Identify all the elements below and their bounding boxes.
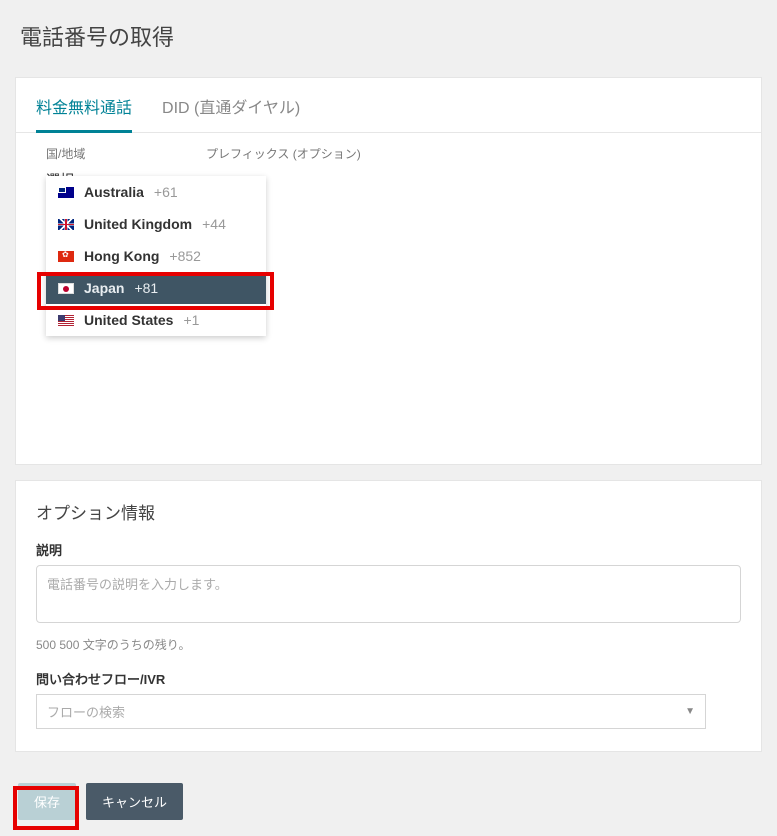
save-button[interactable]: 保存: [18, 783, 76, 820]
flag-icon-us: [58, 315, 74, 326]
country-code: +61: [154, 184, 178, 200]
description-field: 説明: [16, 534, 761, 632]
country-option-jp[interactable]: Japan +81: [46, 272, 266, 304]
country-dropdown: Australia +61 United Kingdom +44 Hong Kong +8…: [46, 176, 266, 336]
country-code: +81: [134, 280, 158, 296]
flow-label: 問い合わせフロー/IVR: [36, 669, 741, 688]
flow-field: 問い合わせフロー/IVR フローの検索 ▼: [16, 663, 761, 751]
flag-icon-jp: [58, 283, 74, 294]
country-name: United Kingdom: [84, 216, 192, 232]
main-panel: 料金無料通話 DID (直通ダイヤル) 国/地域 選択 プレフィックス (オプシ…: [15, 77, 762, 465]
cancel-button[interactable]: キャンセル: [86, 783, 183, 820]
description-label: 説明: [36, 540, 741, 559]
tab-did[interactable]: DID (直通ダイヤル): [162, 78, 300, 133]
flow-select-placeholder: フローの検索: [47, 702, 125, 721]
page-title: 電話番号の取得: [0, 0, 777, 62]
prefix-label: プレフィックス (オプション): [206, 145, 361, 162]
country-option-us[interactable]: United States +1: [46, 304, 266, 336]
country-option-uk[interactable]: United Kingdom +44: [46, 208, 266, 240]
chevron-down-icon: ▼: [685, 706, 695, 717]
flow-select[interactable]: フローの検索 ▼: [36, 694, 706, 729]
country-name: Japan: [84, 280, 124, 296]
tabs: 料金無料通話 DID (直通ダイヤル): [16, 78, 761, 133]
options-panel: オプション情報 説明 500 500 文字のうちの残り。 問い合わせフロー/IV…: [15, 480, 762, 752]
flag-icon-uk: [58, 219, 74, 230]
action-buttons: 保存 キャンセル: [0, 767, 777, 820]
country-name: Australia: [84, 184, 144, 200]
flag-icon-au: [58, 187, 74, 198]
country-label: 国/地域: [46, 145, 166, 162]
country-code: +44: [202, 216, 226, 232]
flag-icon-hk: [58, 251, 74, 262]
options-section-title: オプション情報: [16, 481, 761, 534]
country-option-au[interactable]: Australia +61: [46, 176, 266, 208]
country-option-hk[interactable]: Hong Kong +852: [46, 240, 266, 272]
country-code: +1: [183, 312, 199, 328]
country-code: +852: [169, 248, 201, 264]
country-name: United States: [84, 312, 173, 328]
country-name: Hong Kong: [84, 248, 159, 264]
description-char-count: 500 500 文字のうちの残り。: [16, 632, 761, 663]
description-input[interactable]: [36, 565, 741, 623]
tab-toll-free[interactable]: 料金無料通話: [36, 78, 132, 133]
